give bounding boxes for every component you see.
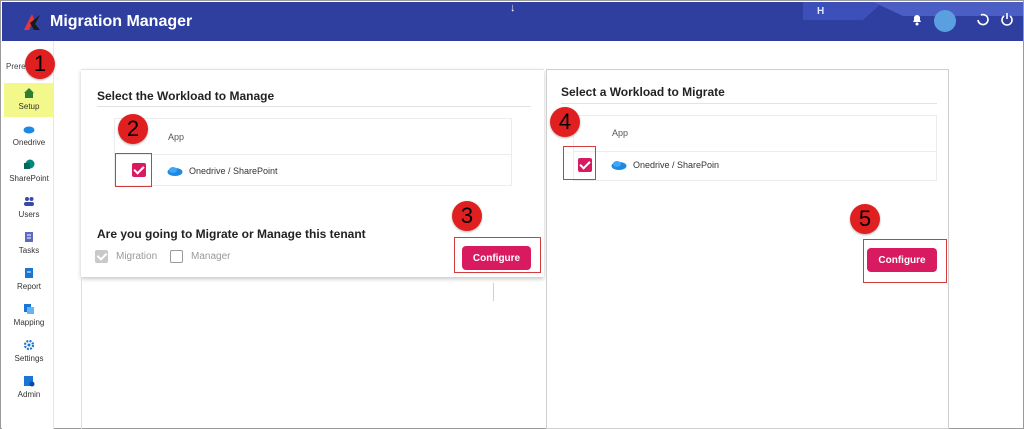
callout-2: 2 [118,114,148,144]
sidebar-item-label: Setup [18,102,40,111]
table-header: App [115,119,511,155]
tenant-question: Are you going to Migrate or Manage this … [97,227,366,241]
bell-icon[interactable] [909,11,925,27]
sidebar-item-prerequisites[interactable]: Prere [6,62,26,71]
down-arrow-icon: ↓ [510,2,516,14]
sidebar-item-sharepoint[interactable]: SharePoint [4,155,54,189]
migration-label: Migration [116,251,158,262]
section-title: Select the Workload to Manage [97,89,275,103]
avatar[interactable] [933,9,957,33]
callout-5: 5 [850,204,880,234]
title-divider [97,106,531,107]
onedrive-cloud-icon [167,167,183,176]
configure-highlight [863,239,947,283]
app-name: Onedrive / SharePoin [633,160,720,170]
workload-table: App Onedrive / SharePoint [114,118,512,186]
manager-label: Manager [191,251,231,262]
power-icon[interactable] [999,11,1015,27]
sidebar-item-label: Report [16,282,41,291]
column-header-app: App [168,132,185,142]
sidebar-item-label: SharePoint [9,174,49,183]
sidebar-item-label: Tasks [18,246,40,255]
home-icon [24,88,34,98]
sidebar-item-label: Users [18,210,40,219]
checkbox-highlight [563,146,596,180]
migration-checkbox[interactable] [95,250,108,263]
report-icon [25,268,33,278]
sidebar-item-label: Mapping [13,318,45,327]
tab-hint: H [817,6,826,17]
callout-1: 1 [25,49,55,79]
section-title: Select a Workload to Migrate [561,85,725,99]
left-panel-body [81,277,546,429]
app-window: Migration Manager ↓ H Prere Setup Onedri… [0,0,1024,429]
sidebar-item-label: Admin [17,390,41,399]
sidebar-item-label: Onedrive [12,138,46,147]
configure-highlight [454,237,541,273]
sidebar-item-mapping[interactable]: Mapping [4,299,54,333]
column-header-app: App [612,128,629,138]
table-row[interactable]: Onedrive / SharePoin [574,152,936,184]
refresh-icon[interactable] [975,11,991,27]
title-bar-controls: H [803,2,1023,41]
table-header: App [574,116,936,152]
users-icon [24,197,34,206]
title-divider [561,103,937,104]
sidebar-item-tasks[interactable]: Tasks [4,227,54,261]
divider [493,283,494,301]
sidebar-item-admin[interactable]: Admin [4,371,54,405]
checkbox-highlight [115,153,152,187]
sidebar-item-settings[interactable]: Settings [4,335,54,369]
callout-3: 3 [452,201,482,231]
mapping-icon [24,304,34,314]
sidebar-item-label: Settings [14,354,44,363]
admin-icon [24,376,35,387]
sidebar-item-onedrive[interactable]: Onedrive [4,119,54,153]
sidebar-item-setup[interactable]: Setup [4,83,54,117]
callout-4: 4 [550,107,580,137]
manager-checkbox[interactable] [170,250,183,263]
table-row[interactable]: Onedrive / SharePoint [115,155,511,187]
cloud-icon [23,126,35,134]
gear-icon [23,339,35,351]
sidebar-item-users[interactable]: Users [4,191,54,225]
sharepoint-icon [24,159,35,169]
app-title: Migration Manager [50,13,193,30]
onedrive-cloud-icon [611,161,627,170]
app-name: Onedrive / SharePoint [189,166,278,176]
tasks-icon [25,232,33,242]
workload-table: App Onedrive / SharePoin [573,115,937,181]
sidebar: Prere Setup Onedrive SharePoint Users Ta… [2,41,54,429]
title-bar: Migration Manager ↓ H [2,2,1023,41]
sidebar-item-report[interactable]: Report [4,263,54,297]
app-logo-icon [24,14,40,30]
